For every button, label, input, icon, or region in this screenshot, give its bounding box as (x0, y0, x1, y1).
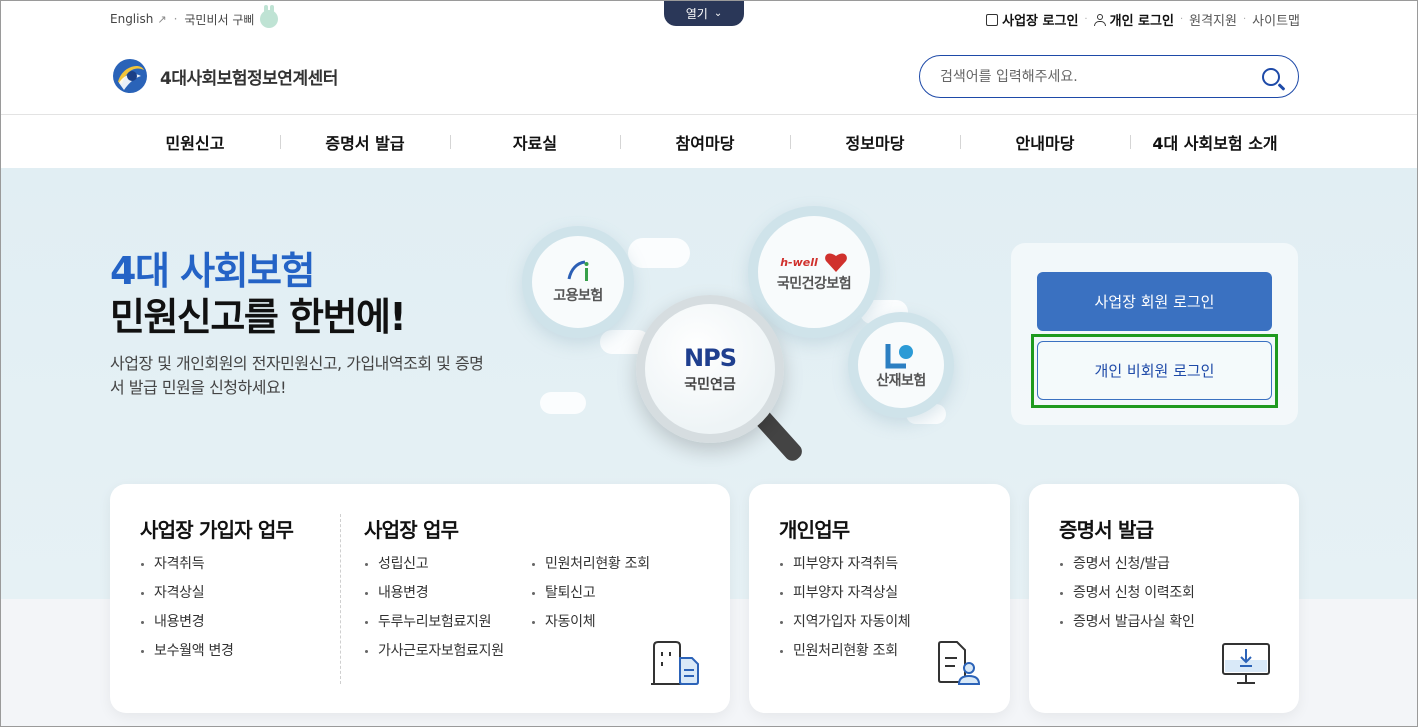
search-box (919, 55, 1299, 98)
personal-list: 피부양자 자격취득 피부양자 자격상실 지역가입자 자동이체 민원처리현황 조회 (779, 554, 911, 670)
pension-magnifier: NPS 국민연금 (636, 295, 784, 443)
health-insurance-label: 국민건강보험 (776, 276, 852, 292)
site-logo[interactable]: 4대사회보험정보연계센터 (110, 56, 338, 96)
nav-item-certificate[interactable]: 증명서 발급 (280, 115, 450, 168)
certificate-title: 증명서 발급 (1059, 518, 1154, 542)
biz-card: 사업장 가입자 업무 자격취득 자격상실 내용변경 보수월액 변경 사업장 업무… (110, 484, 730, 713)
biz-member-login-button[interactable]: 사업장 회원 로그인 (1037, 272, 1272, 331)
pension-label: 국민연금 (684, 377, 736, 393)
personal-login-label: 개인 로그인 (1109, 14, 1174, 29)
building-icon (986, 13, 999, 26)
secretary-mascot-icon (260, 5, 279, 28)
list-item[interactable]: 증명서 발급사실 확인 (1059, 612, 1195, 641)
list-item[interactable]: 내용변경 (140, 612, 234, 641)
hero-description: 사업장 및 개인회원의 전자민원신고, 가입내역조회 및 증명서 발급 민원을 … (110, 354, 484, 397)
list-item[interactable]: 증명서 신청 이력조회 (1059, 583, 1195, 612)
personal-title: 개인업무 (779, 518, 850, 542)
accident-insurance-label: 산재보험 (876, 373, 926, 389)
biz-list-col2: 민원처리현황 조회 탈퇴신고 자동이체 (531, 554, 650, 641)
separator-dot: · (173, 12, 178, 26)
open-tab-label: 열기 (685, 6, 708, 21)
nps-logo: NPS (684, 344, 737, 372)
list-item[interactable]: 자동이체 (531, 612, 650, 641)
separator-dot: · (1179, 14, 1184, 25)
search-input[interactable] (940, 68, 1262, 85)
certificate-list: 증명서 신청/발급 증명서 신청 이력조회 증명서 발급사실 확인 (1059, 554, 1195, 641)
personal-card: 개인업무 피부양자 자격취득 피부양자 자격상실 지역가입자 자동이체 민원처리… (749, 484, 1010, 713)
external-link-icon: ↗ (157, 12, 167, 26)
biz-login-link[interactable]: 사업장 로그인 (986, 10, 1078, 29)
nav-item-complaint[interactable]: 민원신고 (110, 115, 280, 168)
open-tab-button[interactable]: 열기 ⌄ (664, 0, 744, 26)
accident-insurance-logo-icon (885, 344, 913, 369)
biz-member-title: 사업장 가입자 업무 (140, 518, 294, 542)
list-item[interactable]: 피부양자 자격취득 (779, 554, 910, 583)
card-divider (340, 514, 341, 684)
biz-member-list: 자격취득 자격상실 내용변경 보수월액 변경 (140, 554, 234, 670)
secretary-link[interactable]: 국민비서 구삐 (184, 11, 254, 28)
logo-text: 4대사회보험정보연계센터 (160, 68, 338, 89)
nav-item-about[interactable]: 4대 사회보험 소개 (1130, 115, 1300, 168)
remote-support-link[interactable]: 원격지원 (1189, 10, 1237, 29)
separator-dot: · (1084, 14, 1088, 25)
main-navigation: 민원신고 증명서 발급 자료실 참여마당 정보마당 안내마당 4대 사회보험 소… (110, 115, 1300, 168)
personal-login-link[interactable]: 개인 로그인 (1093, 10, 1174, 29)
list-item[interactable]: 증명서 신청/발급 (1059, 554, 1195, 583)
nav-item-participation[interactable]: 참여마당 (620, 115, 790, 168)
list-item[interactable]: 자격취득 (140, 554, 234, 583)
search-icon[interactable] (1262, 67, 1280, 86)
list-item[interactable]: 민원처리현황 조회 (779, 641, 910, 670)
nav-item-library[interactable]: 자료실 (450, 115, 620, 168)
building-document-icon (651, 641, 699, 685)
document-person-icon (938, 641, 981, 685)
list-item[interactable]: 지역가입자 자동이체 (779, 612, 911, 641)
employment-insurance-label: 고용보험 (553, 288, 603, 304)
monitor-download-icon (1222, 643, 1270, 684)
chevron-down-icon: ⌄ (713, 7, 723, 19)
list-item[interactable]: 피부양자 자격상실 (779, 583, 910, 612)
health-brand: h-well (780, 255, 818, 269)
list-item[interactable]: 가사근로자보험료지원 (364, 641, 504, 670)
utility-right: 사업장 로그인 · 개인 로그인 · 원격지원 · 사이트맵 (986, 10, 1300, 29)
list-item[interactable]: 자격상실 (140, 583, 234, 612)
sitemap-link[interactable]: 사이트맵 (1252, 10, 1300, 29)
list-item[interactable]: 민원처리현황 조회 (531, 554, 650, 583)
accident-insurance-bubble: 산재보험 (848, 312, 954, 418)
nav-item-info[interactable]: 정보마당 (790, 115, 960, 168)
separator-dot: · (1242, 14, 1247, 25)
personal-guest-login-button[interactable]: 개인 비회원 로그인 (1037, 341, 1272, 400)
employment-insurance-logo-icon (567, 260, 589, 281)
list-item[interactable]: 두루누리보험료지원 (364, 612, 504, 641)
heart-icon (824, 253, 847, 272)
biz-list-col1: 성립신고 내용변경 두루누리보험료지원 가사근로자보험료지원 (364, 554, 504, 670)
biz-title: 사업장 업무 (364, 518, 459, 542)
list-item[interactable]: 보수월액 변경 (140, 641, 234, 670)
list-item[interactable]: 탈퇴신고 (531, 583, 650, 612)
health-insurance-bubble: h-well 국민건강보험 (748, 206, 880, 338)
cloud-decoration (628, 238, 690, 268)
biz-login-label: 사업장 로그인 (1002, 14, 1079, 29)
person-icon (1093, 13, 1106, 26)
certificate-card: 증명서 발급 증명서 신청/발급 증명서 신청 이력조회 증명서 발급사실 확인 (1029, 484, 1299, 713)
logo-mark-icon (113, 59, 147, 93)
hero-title-line2: 민원신고를 한번에! (110, 295, 407, 339)
list-item[interactable]: 성립신고 (364, 554, 504, 583)
cloud-decoration (540, 392, 586, 414)
utility-left: English ↗ · 국민비서 구삐 (110, 5, 279, 28)
nav-item-guide[interactable]: 안내마당 (960, 115, 1130, 168)
english-link[interactable]: English (110, 12, 153, 26)
employment-insurance-bubble: 고용보험 (522, 226, 634, 338)
list-item[interactable]: 내용변경 (364, 583, 504, 612)
